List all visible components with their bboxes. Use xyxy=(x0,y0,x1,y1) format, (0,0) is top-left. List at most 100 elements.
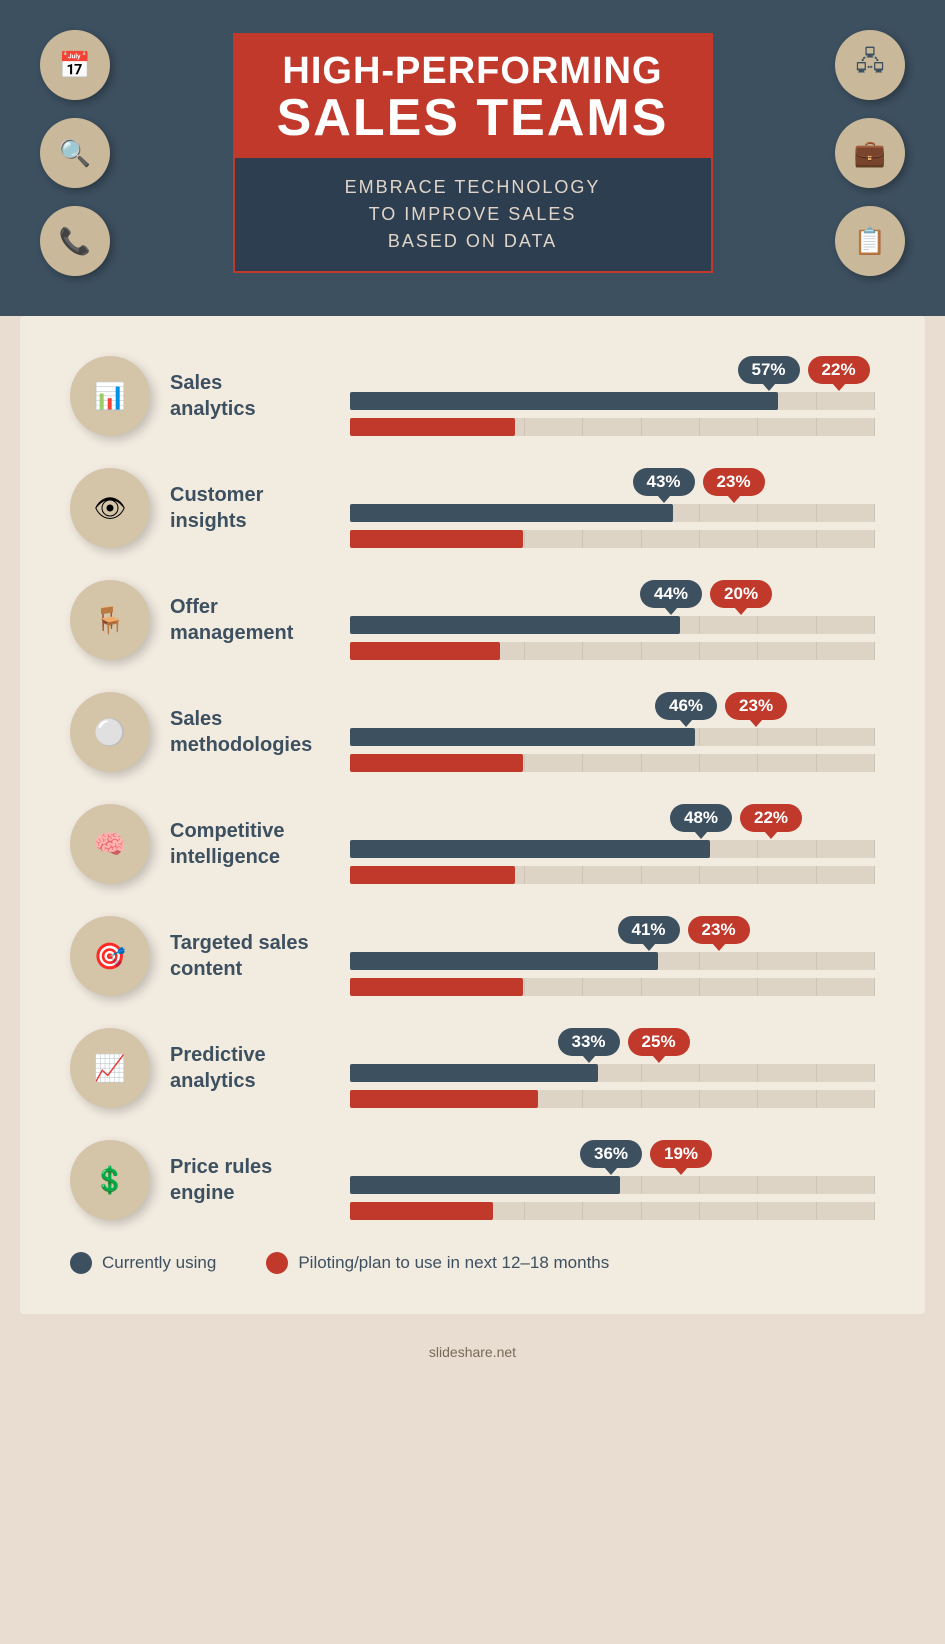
pilot-pct-customer-insights: 23% xyxy=(703,468,765,496)
chart-row-targeted-sales-content: 🎯 Targeted sales content 41% 23% xyxy=(70,916,875,996)
track-dark-customer-insights xyxy=(350,504,875,522)
current-pct-customer-insights: 43% xyxy=(633,468,695,496)
bubble-group-competitive-intelligence: 48% 22% xyxy=(670,804,802,832)
bar-dark-predictive-analytics xyxy=(350,1064,598,1082)
legend-currently-using: Currently using xyxy=(70,1252,216,1274)
icon-glyph-offer-management: 🪑 xyxy=(94,605,126,636)
header: 📅 🔍 📞 HIGH-PERFORMING SALES TEAMS EMBRAC… xyxy=(0,0,945,316)
label-targeted-sales-content: Targeted sales content xyxy=(170,930,330,982)
chart-row-customer-insights: 👁 Customer insights 43% 23% xyxy=(70,468,875,548)
bar-dark-sales-analytics xyxy=(350,392,778,410)
chart-row-sales-analytics: 📊 Sales analytics 57% 22% xyxy=(70,356,875,436)
icon-price-rules-engine: 💲 xyxy=(70,1140,150,1220)
track-red-price-rules-engine xyxy=(350,1202,875,1220)
legend-piloting-label: Piloting/plan to use in next 12–18 month… xyxy=(298,1253,609,1273)
bar-dark-targeted-sales-content xyxy=(350,952,658,970)
icon-predictive-analytics: 📈 xyxy=(70,1028,150,1108)
label-sales-analytics: Sales analytics xyxy=(170,370,330,422)
bar-track-dark-predictive-analytics xyxy=(350,1064,875,1082)
bar-track-red-sales-methodologies xyxy=(350,754,875,772)
bar-red-targeted-sales-content xyxy=(350,978,523,996)
bubble-group-price-rules-engine: 36% 19% xyxy=(580,1140,712,1168)
current-pct-predictive-analytics: 33% xyxy=(558,1028,620,1056)
pilot-pct-targeted-sales-content: 23% xyxy=(688,916,750,944)
bar-red-sales-analytics xyxy=(350,418,515,436)
icon-glyph-sales-analytics: 📊 xyxy=(94,381,126,412)
bar-red-sales-methodologies xyxy=(350,754,523,772)
bar-track-red-targeted-sales-content xyxy=(350,978,875,996)
track-dark-sales-analytics xyxy=(350,392,875,410)
bar-track-dark-competitive-intelligence xyxy=(350,840,875,858)
bar-track-dark-price-rules-engine xyxy=(350,1176,875,1194)
label-customer-insights: Customer insights xyxy=(170,482,330,534)
bubbles-sales-analytics: 57% 22% xyxy=(350,356,875,384)
track-red-customer-insights xyxy=(350,530,875,548)
chart-row-offer-management: 🪑 Offer management 44% 20% xyxy=(70,580,875,660)
track-dark-targeted-sales-content xyxy=(350,952,875,970)
chart-row-competitive-intelligence: 🧠 Competitive intelligence 48% 22% xyxy=(70,804,875,884)
track-red-sales-methodologies xyxy=(350,754,875,772)
icon-glyph-competitive-intelligence: 🧠 xyxy=(94,829,126,860)
legend-currently-using-label: Currently using xyxy=(102,1253,216,1273)
bubbles-predictive-analytics: 33% 25% xyxy=(350,1028,875,1056)
magnify-icon: 🔍 xyxy=(40,118,110,188)
track-dark-offer-management xyxy=(350,616,875,634)
icon-competitive-intelligence: 🧠 xyxy=(70,804,150,884)
bar-track-dark-customer-insights xyxy=(350,504,875,522)
track-dark-sales-methodologies xyxy=(350,728,875,746)
label-predictive-analytics: Predictive analytics xyxy=(170,1042,330,1094)
bar-track-red-offer-management xyxy=(350,642,875,660)
chart-row-predictive-analytics: 📈 Predictive analytics 33% 25% xyxy=(70,1028,875,1108)
network-icon: 🖧 xyxy=(835,30,905,100)
pilot-pct-offer-management: 20% xyxy=(710,580,772,608)
bar-dark-sales-methodologies xyxy=(350,728,695,746)
bars-customer-insights: 43% 23% xyxy=(350,468,875,548)
bubbles-competitive-intelligence: 48% 22% xyxy=(350,804,875,832)
bar-track-red-sales-analytics xyxy=(350,418,875,436)
icon-glyph-sales-methodologies: ⚪ xyxy=(94,717,126,748)
header-icons-left: 📅 🔍 📞 xyxy=(40,30,110,276)
bars-competitive-intelligence: 48% 22% xyxy=(350,804,875,884)
bars-predictive-analytics: 33% 25% xyxy=(350,1028,875,1108)
bar-track-red-competitive-intelligence xyxy=(350,866,875,884)
bubbles-targeted-sales-content: 41% 23% xyxy=(350,916,875,944)
label-offer-management: Offer management xyxy=(170,594,330,646)
bubble-group-targeted-sales-content: 41% 23% xyxy=(618,916,750,944)
legend: Currently using Piloting/plan to use in … xyxy=(70,1252,875,1274)
title-line1: HIGH-PERFORMING xyxy=(263,51,683,93)
legend-piloting: Piloting/plan to use in next 12–18 month… xyxy=(266,1252,609,1274)
icon-glyph-price-rules-engine: 💲 xyxy=(94,1165,126,1196)
bar-red-predictive-analytics xyxy=(350,1090,538,1108)
track-red-competitive-intelligence xyxy=(350,866,875,884)
bar-dark-price-rules-engine xyxy=(350,1176,620,1194)
title-box: HIGH-PERFORMING SALES TEAMS xyxy=(233,33,713,157)
bubbles-offer-management: 44% 20% xyxy=(350,580,875,608)
header-icons-right: 🖧 💼 📋 xyxy=(835,30,905,276)
icon-glyph-targeted-sales-content: 🎯 xyxy=(94,941,126,972)
phone-icon: 📞 xyxy=(40,206,110,276)
icon-offer-management: 🪑 xyxy=(70,580,150,660)
bar-track-dark-sales-methodologies xyxy=(350,728,875,746)
bars-sales-analytics: 57% 22% xyxy=(350,356,875,436)
footer: slideshare.net xyxy=(0,1334,945,1370)
bar-track-red-predictive-analytics xyxy=(350,1090,875,1108)
track-red-sales-analytics xyxy=(350,418,875,436)
pilot-pct-predictive-analytics: 25% xyxy=(628,1028,690,1056)
chart-rows: 📊 Sales analytics 57% 22% xyxy=(70,356,875,1220)
label-competitive-intelligence: Competitive intelligence xyxy=(170,818,330,870)
calendar-icon: 📅 xyxy=(40,30,110,100)
bars-offer-management: 44% 20% xyxy=(350,580,875,660)
current-pct-sales-methodologies: 46% xyxy=(655,692,717,720)
subtitle: EMBRACE TECHNOLOGY TO IMPROVE SALES BASE… xyxy=(255,174,691,255)
icon-customer-insights: 👁 xyxy=(70,468,150,548)
legend-dot-red xyxy=(266,1252,288,1274)
bar-dark-customer-insights xyxy=(350,504,673,522)
bar-red-offer-management xyxy=(350,642,500,660)
bars-price-rules-engine: 36% 19% xyxy=(350,1140,875,1220)
title-line2: SALES TEAMS xyxy=(263,92,683,144)
bars-sales-methodologies: 46% 23% xyxy=(350,692,875,772)
track-dark-predictive-analytics xyxy=(350,1064,875,1082)
subtitle-box: EMBRACE TECHNOLOGY TO IMPROVE SALES BASE… xyxy=(233,156,713,273)
bubbles-customer-insights: 43% 23% xyxy=(350,468,875,496)
track-dark-price-rules-engine xyxy=(350,1176,875,1194)
